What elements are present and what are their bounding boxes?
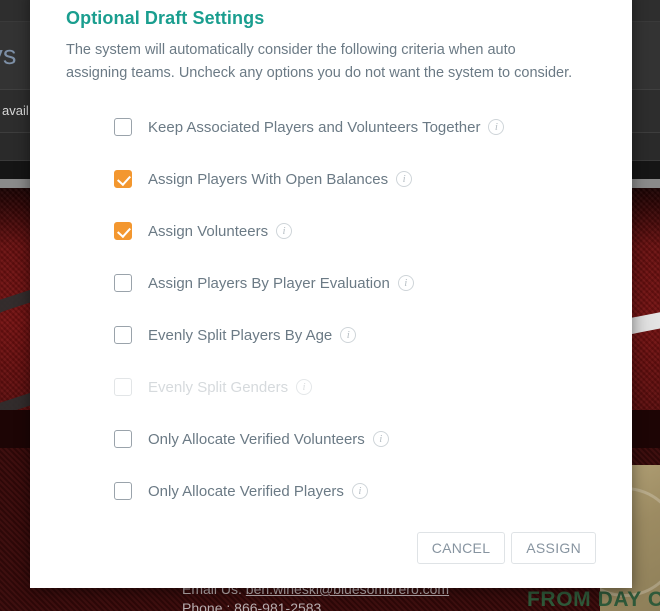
option-checkbox[interactable] [114, 326, 132, 344]
info-icon[interactable]: i [397, 275, 414, 291]
draft-option-row[interactable]: Assign Players By Player Evaluation i [66, 257, 596, 309]
option-label: Assign Players By Player Evaluation [148, 274, 390, 292]
draft-option-row[interactable]: Evenly Split Players By Age i [66, 309, 596, 361]
draft-option-row[interactable]: Only Allocate Verified Players i [66, 465, 596, 517]
draft-options-list: Keep Associated Players and Volunteers T… [66, 101, 596, 517]
option-checkbox[interactable] [114, 274, 132, 292]
info-icon[interactable]: i [396, 171, 413, 187]
modal-description: The system will automatically consider t… [66, 42, 573, 81]
modal-action-bar: CANCEL ASSIGN [416, 532, 596, 564]
info-icon[interactable]: i [296, 379, 313, 395]
info-icon[interactable]: i [340, 327, 357, 343]
option-label: Evenly Split Players By Age [148, 326, 333, 344]
modal-title: Optional Draft Settings [66, 8, 265, 28]
optional-draft-settings-modal: Optional Draft Settings The system will … [30, 0, 632, 588]
draft-option-row[interactable]: Assign Volunteers i [66, 205, 596, 257]
option-label: Only Allocate Verified Volunteers [148, 430, 365, 448]
info-icon[interactable]: i [488, 119, 505, 135]
option-label: Only Allocate Verified Players [148, 482, 344, 500]
option-checkbox[interactable] [114, 118, 132, 136]
background-sub-bar-text: avail [2, 103, 29, 118]
option-checkbox[interactable] [114, 170, 132, 188]
draft-option-row[interactable]: Only Allocate Verified Volunteers i [66, 413, 596, 465]
option-label: Assign Players With Open Balances [148, 170, 389, 188]
option-checkbox[interactable] [114, 482, 132, 500]
info-icon[interactable]: i [372, 431, 389, 447]
draft-option-row: Evenly Split Genders i [66, 361, 596, 413]
background-brand-text: oys [0, 40, 17, 70]
footer-phone-line: Phone : 866-981-2583 [182, 600, 322, 611]
promo-headline: FROM DAY O [527, 588, 660, 611]
draft-option-row[interactable]: Keep Associated Players and Volunteers T… [66, 101, 596, 153]
info-icon[interactable]: i [276, 223, 293, 239]
option-label: Assign Volunteers [148, 222, 269, 240]
option-label: Evenly Split Genders [148, 378, 289, 396]
option-checkbox[interactable] [114, 222, 132, 240]
cancel-button[interactable]: CANCEL [416, 532, 506, 564]
info-icon[interactable]: i [351, 483, 368, 499]
assign-button[interactable]: ASSIGN [511, 532, 596, 564]
option-checkbox [114, 378, 132, 396]
option-checkbox[interactable] [114, 430, 132, 448]
draft-option-row[interactable]: Assign Players With Open Balances i [66, 153, 596, 205]
option-label: Keep Associated Players and Volunteers T… [148, 118, 481, 136]
